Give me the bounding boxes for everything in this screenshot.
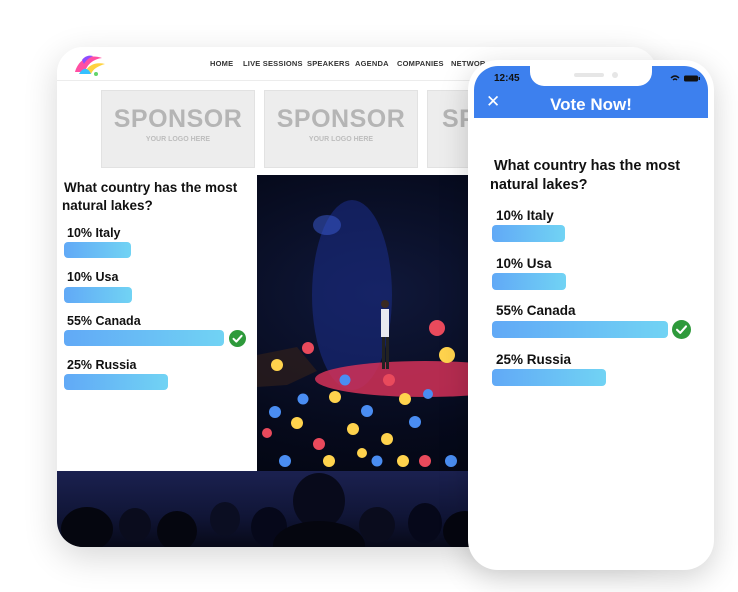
- emoji-icon: [347, 423, 359, 435]
- event-logo[interactable]: [69, 50, 109, 80]
- heart-icon: [302, 342, 314, 354]
- poll-result-bar[interactable]: [492, 273, 566, 290]
- nav-companies[interactable]: COMPANIES: [397, 59, 444, 68]
- status-icons: [670, 75, 700, 82]
- poll-result-bar[interactable]: [492, 369, 606, 386]
- heart-icon: [383, 374, 395, 386]
- phone-mockup: 12:45 ✕ Vote Now! What country has the m…: [468, 60, 714, 570]
- like-icon: [409, 416, 421, 428]
- like-icon: [361, 405, 373, 417]
- poll-result-bar[interactable]: [64, 242, 131, 258]
- poll-option-label: 55% Canada: [496, 303, 576, 318]
- poll-option-label: 55% Canada: [67, 314, 141, 328]
- poll-option-label: 10% Usa: [67, 270, 119, 284]
- like-icon: [371, 455, 383, 467]
- correct-answer-check-icon: [672, 320, 691, 339]
- poll-question: What country has the most: [494, 158, 681, 174]
- poll-option-label: 10% Usa: [496, 256, 552, 271]
- emoji-icon: [329, 391, 341, 403]
- like-icon: [339, 374, 351, 386]
- sponsor-title: SPONSOR: [276, 105, 406, 133]
- emoji-icon: [399, 393, 411, 405]
- like-icon: [423, 389, 433, 399]
- front-camera: [612, 72, 618, 78]
- emoji-icon: [271, 359, 283, 371]
- emoji-icon: [291, 417, 303, 429]
- emoji-icon: [381, 433, 393, 445]
- sponsor-banner-1[interactable]: SPONSOR YOUR LOGO HERE: [101, 90, 255, 168]
- like-icon: [445, 455, 457, 467]
- like-icon: [269, 406, 281, 418]
- nav-home[interactable]: HOME: [210, 59, 233, 68]
- sponsor-subtitle: YOUR LOGO HERE: [145, 136, 211, 143]
- poll-result-bar[interactable]: [64, 330, 224, 346]
- status-time: 12:45: [494, 73, 520, 84]
- nav-live-sessions[interactable]: LIVE SESSIONS: [243, 59, 303, 68]
- poll-question-line-2: natural lakes?: [62, 198, 153, 213]
- phone-notch: [530, 66, 652, 86]
- emoji-icon: [357, 448, 367, 458]
- poll-option-label: 10% Italy: [496, 208, 554, 223]
- like-icon: [279, 455, 291, 467]
- vote-now-title: Vote Now!: [550, 95, 632, 114]
- poll-result-bar[interactable]: [492, 225, 565, 242]
- speaker-grille: [574, 73, 604, 77]
- poll-option-label: 25% Russia: [67, 358, 137, 372]
- poll-option-label: 10% Italy: [67, 226, 121, 240]
- heart-icon: [313, 438, 325, 450]
- sponsor-subtitle: YOUR LOGO HERE: [308, 136, 374, 143]
- heart-icon: [262, 428, 272, 438]
- phone-header: 12:45 ✕ Vote Now!: [474, 66, 708, 118]
- sponsor-banner-2[interactable]: SPONSOR YOUR LOGO HERE: [264, 90, 418, 168]
- emoji-icon: [323, 455, 335, 467]
- emoji-icon: [439, 347, 455, 363]
- heart-icon: [429, 320, 445, 336]
- heart-icon: [419, 455, 431, 467]
- poll-result-bar[interactable]: [64, 287, 132, 303]
- sponsor-title: SPONSOR: [113, 105, 243, 133]
- correct-answer-check-icon: [229, 330, 246, 347]
- poll-result-bar[interactable]: [64, 374, 168, 390]
- nav-speakers[interactable]: SPEAKERS: [307, 59, 350, 68]
- nav-agenda[interactable]: AGENDA: [355, 59, 389, 68]
- poll-result-bar[interactable]: [492, 321, 668, 338]
- like-icon: [297, 393, 309, 405]
- poll-question: What country has the most: [64, 180, 238, 195]
- emoji-icon: [397, 455, 409, 467]
- poll-question-line-2: natural lakes?: [490, 177, 588, 193]
- poll-option-label: 25% Russia: [496, 352, 572, 367]
- live-poll: What country has the most natural lakes?…: [57, 175, 257, 471]
